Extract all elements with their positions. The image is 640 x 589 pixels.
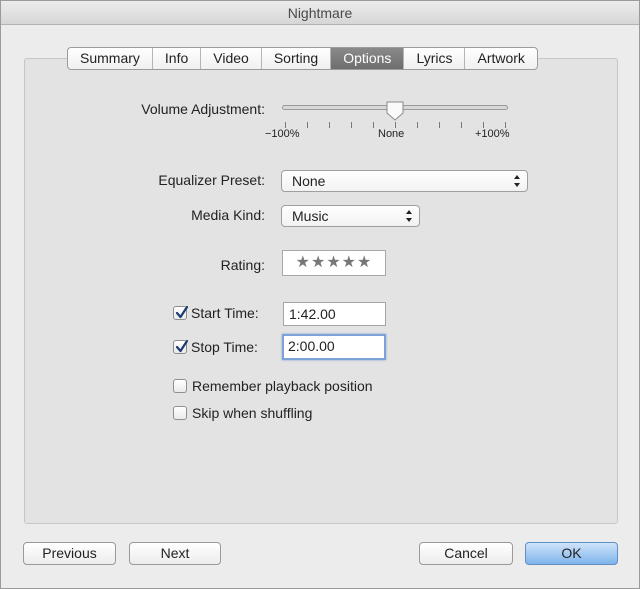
tab-options[interactable]: Options (331, 48, 405, 69)
get-info-window: Nightmare Summary Info Video Sorting Opt… (0, 0, 640, 589)
cancel-button[interactable]: Cancel (419, 542, 513, 565)
previous-button[interactable]: Previous (23, 542, 116, 565)
next-button[interactable]: Next (129, 542, 221, 565)
remember-position-label: Remember playback position (192, 378, 373, 394)
tab-info[interactable]: Info (153, 48, 202, 69)
equalizer-preset-select[interactable]: None (281, 170, 528, 192)
checkmark-icon (175, 305, 189, 319)
ok-button[interactable]: OK (525, 542, 618, 565)
volume-slider-thumb[interactable] (386, 101, 404, 121)
stop-time-input[interactable]: 2:00.00 (282, 334, 386, 360)
equalizer-preset-value: None (292, 173, 326, 189)
stop-time-label: Stop Time: (191, 339, 258, 355)
media-kind-label: Media Kind: (191, 207, 265, 223)
rating-label: Rating: (220, 257, 265, 273)
window-title: Nightmare (1, 1, 639, 25)
start-time-checkbox[interactable] (173, 305, 189, 320)
stop-time-checkbox[interactable] (173, 339, 189, 354)
volume-adjustment-label: Volume Adjustment: (141, 101, 265, 117)
start-time-input[interactable]: 1:42.00 (283, 302, 386, 326)
select-arrows-icon (406, 210, 412, 222)
media-kind-value: Music (292, 208, 329, 224)
volume-mid-label: None (378, 128, 405, 140)
volume-min-label: −100% (265, 128, 300, 140)
tab-summary[interactable]: Summary (68, 48, 153, 69)
tab-video[interactable]: Video (201, 48, 262, 69)
tab-lyrics[interactable]: Lyrics (404, 48, 466, 69)
media-kind-select[interactable]: Music (281, 205, 420, 227)
rating-stars[interactable]: ★★★★★ (282, 250, 386, 276)
skip-shuffling-checkbox[interactable] (173, 406, 187, 420)
equalizer-preset-label: Equalizer Preset: (158, 172, 265, 188)
start-time-label: Start Time: (191, 305, 259, 321)
tab-artwork[interactable]: Artwork (465, 48, 536, 69)
volume-max-label: +100% (475, 128, 510, 140)
checkmark-icon (175, 339, 189, 353)
select-arrows-icon (514, 175, 520, 187)
skip-shuffling-label: Skip when shuffling (192, 405, 313, 421)
tab-sorting[interactable]: Sorting (262, 48, 332, 69)
remember-position-checkbox[interactable] (173, 379, 187, 393)
tab-bar: Summary Info Video Sorting Options Lyric… (67, 47, 538, 70)
